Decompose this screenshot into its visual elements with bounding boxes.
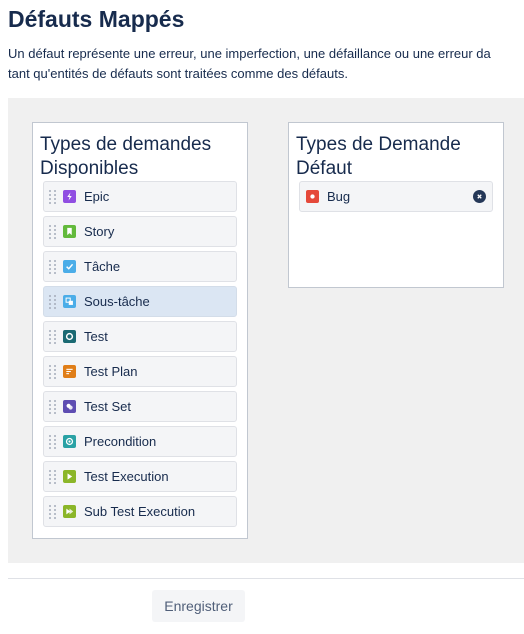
issue-type-label: Test Execution <box>84 469 169 484</box>
test-icon <box>63 330 76 343</box>
issue-type-item[interactable]: Epic <box>43 181 237 212</box>
test-set-icon <box>63 400 76 413</box>
precondition-icon <box>63 435 76 448</box>
defect-types-list[interactable]: Types de Demande Défaut Bug <box>288 122 504 288</box>
page-description: Un défaut représente une erreur, une imp… <box>8 44 524 84</box>
issue-type-item[interactable]: Test Plan <box>43 356 237 387</box>
issue-type-item[interactable]: Test Execution <box>43 461 237 492</box>
issue-type-item[interactable]: Precondition <box>43 426 237 457</box>
available-types-title: Types de demandes Disponibles <box>40 134 212 179</box>
remove-icon[interactable] <box>473 190 486 203</box>
drag-handle-icon[interactable] <box>49 434 57 449</box>
drag-handle-icon[interactable] <box>49 399 57 414</box>
mapping-panel: Types de demandes Disponibles Epic Story T… <box>8 98 524 563</box>
test-plan-icon <box>63 365 76 378</box>
issue-type-label: Epic <box>84 189 110 204</box>
issue-type-item[interactable]: Story <box>43 216 237 247</box>
issue-type-label: Test Plan <box>84 364 138 379</box>
issue-type-label: Sub Test Execution <box>84 504 196 519</box>
issue-type-item[interactable]: Test Set <box>43 391 237 422</box>
issue-type-label: Precondition <box>84 434 157 449</box>
drag-handle-icon[interactable] <box>49 469 57 484</box>
issue-type-label: Sous-tâche <box>84 294 150 309</box>
drag-handle-icon[interactable] <box>49 294 57 309</box>
drag-handle-icon[interactable] <box>49 224 57 239</box>
bug-icon <box>306 190 319 203</box>
issue-type-label: Bug <box>327 189 351 204</box>
issue-type-item[interactable]: Tâche <box>43 251 237 282</box>
story-icon <box>63 225 76 238</box>
issue-type-label: Test <box>84 329 108 344</box>
test-execution-icon <box>63 470 76 483</box>
issue-type-item[interactable]: Sub Test Execution <box>43 496 237 527</box>
epic-icon <box>63 190 76 203</box>
drag-handle-icon[interactable] <box>49 329 57 344</box>
defect-types-title: Types de Demande Défaut <box>296 134 461 179</box>
footer-divider <box>8 578 524 579</box>
issue-type-item[interactable]: Sous-tâche <box>43 286 237 317</box>
issue-type-label: Test Set <box>84 399 131 414</box>
available-types-list: Types de demandes Disponibles Epic Story T… <box>32 122 248 539</box>
subtask-icon <box>63 295 76 308</box>
drag-handle-icon[interactable] <box>49 364 57 379</box>
issue-type-item[interactable]: Test <box>43 321 237 352</box>
sub-test-execution-icon <box>63 505 76 518</box>
drag-handle-icon[interactable] <box>49 504 57 519</box>
issue-type-label: Tâche <box>84 259 121 274</box>
save-button[interactable]: Enregistrer <box>152 590 245 622</box>
page-title: Défauts Mappés <box>8 6 185 32</box>
issue-type-label: Story <box>84 224 115 239</box>
drag-handle-icon[interactable] <box>49 259 57 274</box>
task-icon <box>63 260 76 273</box>
issue-type-item[interactable]: Bug <box>299 181 493 212</box>
description-line-2: tant qu'entités de défauts sont traitées… <box>8 66 348 81</box>
drag-handle-icon[interactable] <box>49 189 57 204</box>
description-line-1: Un défaut représente une erreur, une imp… <box>8 46 491 61</box>
